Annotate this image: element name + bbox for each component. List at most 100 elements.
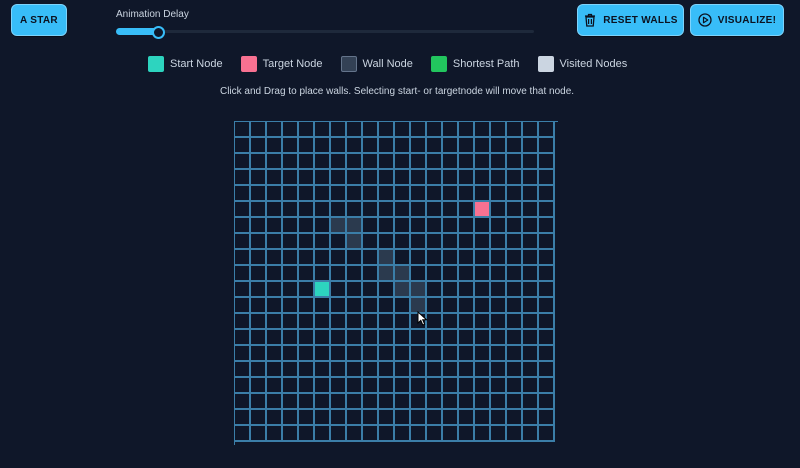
grid-cell[interactable] (507, 394, 523, 410)
grid-cell[interactable] (315, 378, 331, 394)
grid-cell[interactable] (443, 426, 459, 442)
grid-cell[interactable] (507, 410, 523, 426)
grid-cell[interactable] (283, 186, 299, 202)
grid-cell[interactable] (283, 330, 299, 346)
grid-cell[interactable] (251, 154, 267, 170)
grid-cell[interactable] (283, 362, 299, 378)
grid-cell[interactable] (283, 378, 299, 394)
grid-cell[interactable] (539, 234, 555, 250)
grid-cell[interactable] (475, 330, 491, 346)
grid-cell[interactable] (283, 298, 299, 314)
grid-cell[interactable] (315, 170, 331, 186)
grid-cell[interactable] (331, 346, 347, 362)
grid-cell[interactable] (363, 138, 379, 154)
grid-cell[interactable] (315, 426, 331, 442)
grid-cell[interactable] (379, 138, 395, 154)
grid-cell[interactable] (235, 138, 251, 154)
grid-cell[interactable] (331, 378, 347, 394)
grid-cell[interactable] (347, 170, 363, 186)
grid-cell[interactable] (459, 218, 475, 234)
grid-cell[interactable] (395, 362, 411, 378)
grid-cell[interactable] (235, 314, 251, 330)
grid-cell[interactable] (331, 298, 347, 314)
grid-cell[interactable] (491, 410, 507, 426)
grid-cell[interactable] (299, 202, 315, 218)
grid-cell[interactable] (411, 138, 427, 154)
grid-cell[interactable] (363, 282, 379, 298)
start-node[interactable] (315, 282, 331, 298)
grid-cell[interactable] (251, 426, 267, 442)
grid-cell[interactable] (267, 154, 283, 170)
grid-cell[interactable] (363, 202, 379, 218)
grid-cell[interactable] (491, 266, 507, 282)
grid-cell[interactable] (427, 202, 443, 218)
grid-cell[interactable] (267, 410, 283, 426)
grid-cell[interactable] (443, 394, 459, 410)
grid-cell[interactable] (491, 394, 507, 410)
grid-cell[interactable] (379, 186, 395, 202)
grid-cell[interactable] (267, 426, 283, 442)
grid-cell[interactable] (507, 170, 523, 186)
grid-cell[interactable] (539, 394, 555, 410)
grid-cell[interactable] (395, 138, 411, 154)
grid-cell[interactable] (443, 218, 459, 234)
grid-cell[interactable] (507, 362, 523, 378)
grid-cell[interactable] (299, 250, 315, 266)
grid-cell[interactable] (507, 346, 523, 362)
grid-cell[interactable] (443, 234, 459, 250)
grid-cell[interactable] (347, 346, 363, 362)
grid-cell[interactable] (411, 378, 427, 394)
grid-cell[interactable] (331, 138, 347, 154)
grid-cell[interactable] (459, 378, 475, 394)
grid-cell[interactable] (443, 170, 459, 186)
grid-cell[interactable] (539, 202, 555, 218)
grid-cell[interactable] (395, 122, 411, 138)
grid-cell[interactable] (411, 362, 427, 378)
grid-cell[interactable] (427, 378, 443, 394)
grid-cell[interactable] (331, 202, 347, 218)
grid-cell[interactable] (443, 298, 459, 314)
grid-cell[interactable] (523, 202, 539, 218)
grid-cell[interactable] (507, 298, 523, 314)
grid-cell[interactable] (507, 186, 523, 202)
grid-cell[interactable] (523, 250, 539, 266)
grid-cell[interactable] (411, 266, 427, 282)
grid-cell[interactable] (283, 410, 299, 426)
grid-cell[interactable] (427, 314, 443, 330)
grid-cell[interactable] (523, 410, 539, 426)
grid-cell[interactable] (251, 410, 267, 426)
grid-cell[interactable] (395, 298, 411, 314)
grid-cell[interactable] (267, 170, 283, 186)
grid-cell[interactable] (443, 330, 459, 346)
grid-cell[interactable] (251, 378, 267, 394)
grid-cell[interactable] (347, 186, 363, 202)
grid-cell[interactable] (315, 218, 331, 234)
grid-cell[interactable] (395, 186, 411, 202)
grid-cell[interactable] (427, 410, 443, 426)
grid-cell[interactable] (475, 362, 491, 378)
grid-cell[interactable] (347, 330, 363, 346)
grid-cell[interactable] (315, 314, 331, 330)
grid-cell[interactable] (251, 122, 267, 138)
grid-cell[interactable] (363, 330, 379, 346)
grid-cell[interactable] (283, 250, 299, 266)
grid-cell[interactable] (267, 266, 283, 282)
grid-cell[interactable] (315, 202, 331, 218)
visualize-button[interactable]: VISUALIZE! (690, 4, 784, 36)
grid-cell[interactable] (507, 426, 523, 442)
grid-cell[interactable] (523, 218, 539, 234)
grid-cell[interactable] (427, 330, 443, 346)
grid-cell[interactable] (235, 186, 251, 202)
grid-cell[interactable] (523, 282, 539, 298)
grid-cell[interactable] (347, 314, 363, 330)
grid-cell[interactable] (251, 234, 267, 250)
grid-cell[interactable] (539, 122, 555, 138)
grid-cell[interactable] (443, 314, 459, 330)
grid-cell[interactable] (427, 138, 443, 154)
grid-cell[interactable] (363, 410, 379, 426)
grid-cell[interactable] (523, 378, 539, 394)
grid-cell[interactable] (507, 378, 523, 394)
grid-cell[interactable] (459, 170, 475, 186)
grid-cell[interactable] (251, 346, 267, 362)
grid-cell[interactable] (331, 314, 347, 330)
